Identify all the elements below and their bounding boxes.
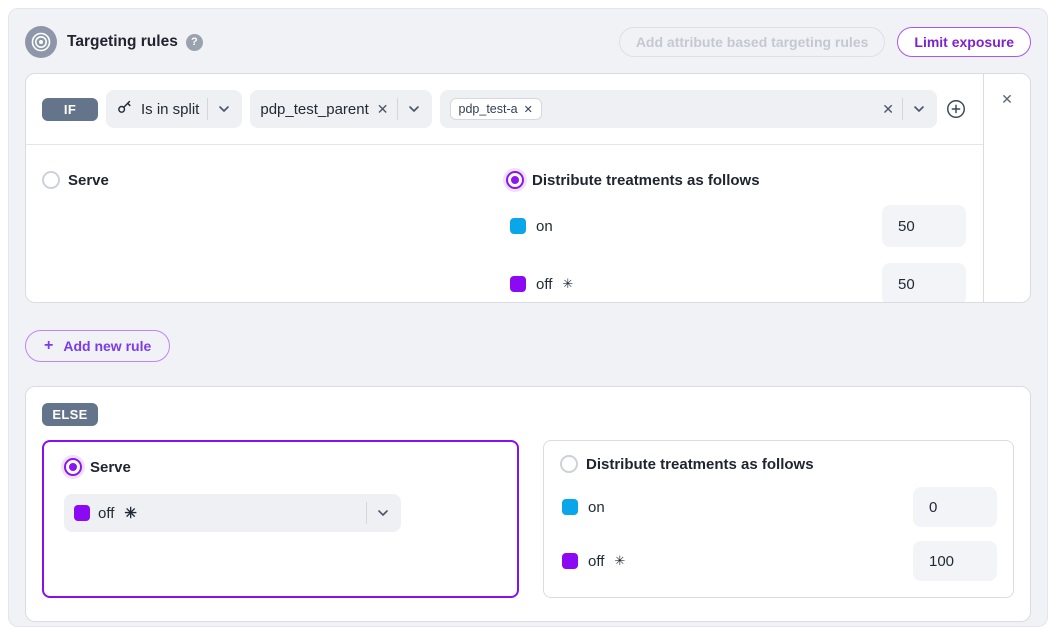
clear-icon[interactable]: ✕: [882, 102, 894, 116]
treatment-tag-field[interactable]: pdp_test-a ✕ ✕: [440, 90, 937, 128]
treatment-row: off ✳: [506, 263, 983, 303]
divider: [366, 502, 367, 524]
plus-icon: +: [44, 337, 53, 355]
condition-row: IF Is in split pdp_test_par: [26, 74, 983, 145]
rule-main: IF Is in split pdp_test_par: [26, 74, 983, 302]
treatment-percent-input[interactable]: [882, 263, 966, 303]
targeting-rules-panel: Targeting rules ? Add attribute based ta…: [8, 8, 1048, 627]
else-body: Serve off ✳ Distribute treatments as fol: [42, 440, 1014, 598]
treatment-chip-label: pdp_test-a: [459, 102, 518, 116]
else-serve-label: Serve: [90, 459, 131, 476]
rule-side-column: ✕: [983, 74, 1030, 302]
treatment-percent-input[interactable]: [913, 487, 997, 527]
key-icon: [116, 98, 133, 120]
divider: [207, 98, 208, 120]
default-treatment-icon: ✳: [562, 276, 573, 292]
header: Targeting rules ? Add attribute based ta…: [25, 25, 1031, 59]
treatment-row: on: [560, 487, 997, 527]
serve-option: Serve: [26, 159, 498, 303]
treatment-off-swatch: [562, 553, 578, 569]
default-treatment-icon: ✳: [124, 504, 137, 522]
treatment-percent-input[interactable]: [913, 541, 997, 581]
else-serve-select[interactable]: off ✳: [64, 494, 401, 532]
else-serve-radio[interactable]: [64, 458, 82, 476]
split-select-value: pdp_test_parent: [260, 101, 368, 118]
else-distribute-box: Distribute treatments as follows on off …: [543, 440, 1014, 598]
chevron-down-icon[interactable]: [375, 505, 391, 521]
add-new-rule-button[interactable]: + Add new rule: [25, 330, 170, 362]
target-icon: [25, 26, 57, 58]
add-condition-icon[interactable]: [945, 98, 967, 120]
treatment-chip: pdp_test-a ✕: [450, 98, 542, 120]
page-title: Targeting rules: [67, 33, 178, 51]
divider: [397, 98, 398, 120]
distribute-option: Distribute treatments as follows on off …: [498, 159, 983, 303]
split-select[interactable]: pdp_test_parent ✕: [250, 90, 431, 128]
else-badge: ELSE: [42, 403, 98, 426]
treatments-area: Serve Distribute treatments as follows o…: [26, 145, 983, 303]
distribute-label: Distribute treatments as follows: [532, 172, 760, 189]
else-serve-box: Serve off ✳: [42, 440, 519, 598]
chevron-down-icon[interactable]: [406, 101, 422, 117]
else-distribute-radio[interactable]: [560, 455, 578, 473]
else-card: ELSE Serve off ✳: [25, 386, 1031, 622]
divider: [902, 98, 903, 120]
treatment-row: on: [506, 205, 983, 247]
chevron-down-icon[interactable]: [911, 101, 927, 117]
close-icon[interactable]: ✕: [1001, 92, 1013, 302]
if-badge: IF: [42, 98, 98, 121]
else-serve-value: off: [98, 505, 114, 522]
treatment-name: off: [588, 553, 604, 570]
serve-label: Serve: [68, 172, 109, 189]
chip-remove-icon[interactable]: ✕: [524, 103, 533, 116]
add-attribute-rules-button[interactable]: Add attribute based targeting rules: [619, 27, 886, 57]
default-treatment-icon: ✳: [614, 553, 625, 569]
matcher-label: Is in split: [141, 101, 199, 118]
add-new-rule-label: Add new rule: [63, 338, 151, 354]
treatment-name: on: [588, 499, 605, 516]
treatment-row: off ✳: [560, 541, 997, 581]
matcher-select[interactable]: Is in split: [106, 90, 242, 128]
treatment-percent-input[interactable]: [882, 205, 966, 247]
serve-radio[interactable]: [42, 171, 60, 189]
rule-card: IF Is in split pdp_test_par: [25, 73, 1031, 303]
treatment-off-swatch: [510, 276, 526, 292]
clear-icon[interactable]: ✕: [377, 102, 389, 116]
treatment-on-swatch: [562, 499, 578, 515]
limit-exposure-button[interactable]: Limit exposure: [897, 27, 1031, 57]
treatment-on-swatch: [510, 218, 526, 234]
else-distribute-label: Distribute treatments as follows: [586, 456, 814, 473]
distribute-radio[interactable]: [506, 171, 524, 189]
chevron-down-icon[interactable]: [216, 101, 232, 117]
treatment-name: on: [536, 218, 553, 235]
help-icon[interactable]: ?: [186, 34, 203, 51]
treatment-name: off: [536, 276, 552, 293]
treatment-off-swatch: [74, 505, 90, 521]
